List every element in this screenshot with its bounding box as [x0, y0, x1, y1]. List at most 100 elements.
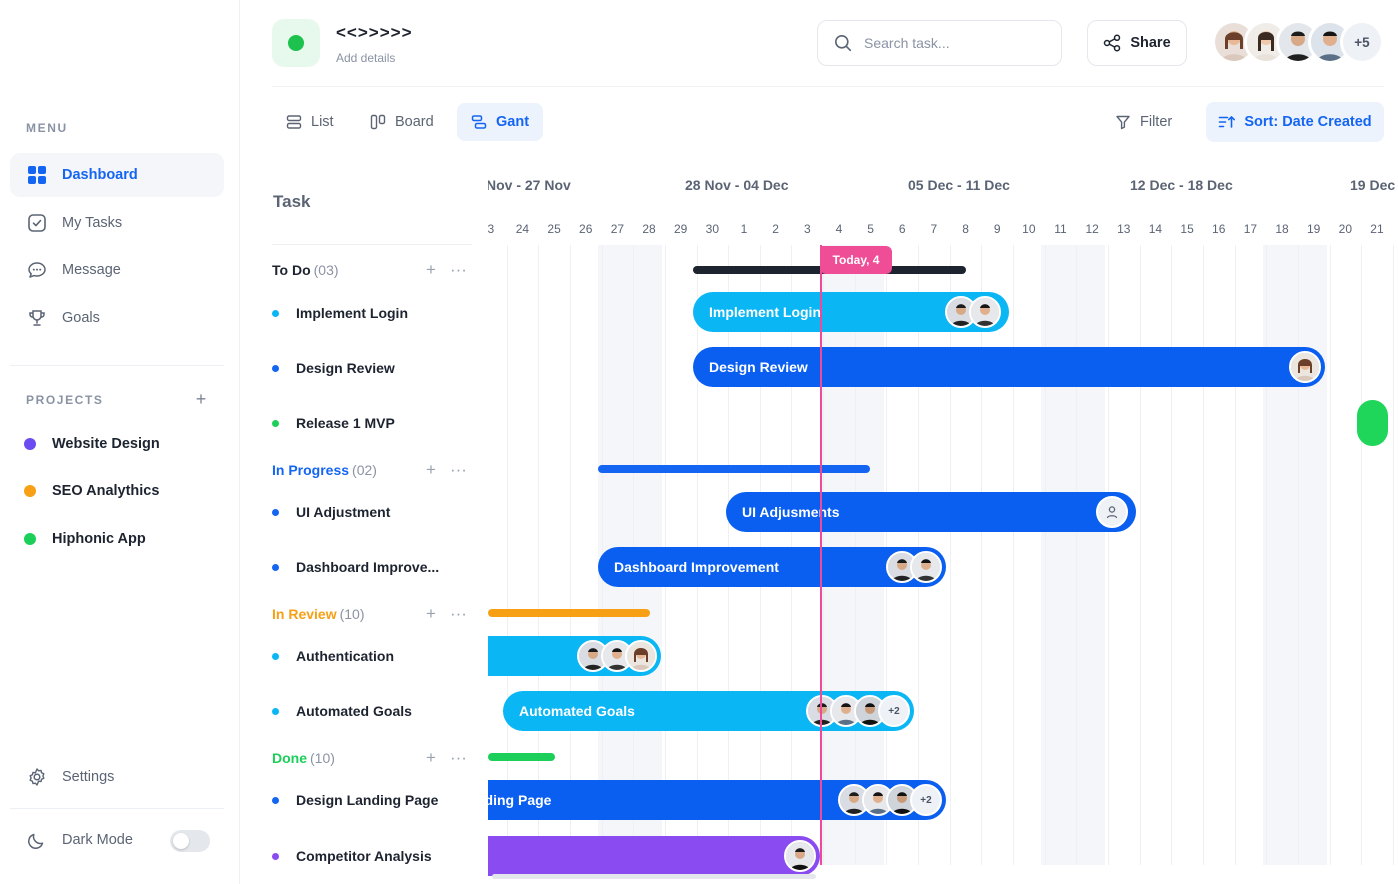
nav-item-goals[interactable]: Goals: [10, 296, 224, 340]
task-label: Automated Goals: [296, 703, 412, 719]
sort-button[interactable]: Sort: Date Created: [1206, 102, 1384, 142]
release-milestone-marker[interactable]: [1357, 400, 1388, 446]
task-row[interactable]: Implement Login: [272, 305, 408, 321]
day-gridline: [569, 245, 571, 865]
group-bar-in-progress[interactable]: [598, 465, 870, 473]
day-label: 4: [835, 222, 843, 236]
trophy-icon: [26, 307, 48, 329]
project-seo-analythics[interactable]: SEO Analythics: [24, 483, 159, 499]
day-gridline: [1139, 245, 1141, 865]
more-options-icon[interactable]: ···: [450, 460, 467, 480]
toggle-knob: [173, 833, 189, 849]
task-row[interactable]: Dashboard Improve...: [272, 559, 439, 575]
task-row[interactable]: Release 1 MVP: [272, 415, 395, 431]
share-button[interactable]: Share: [1087, 20, 1187, 66]
nav-item-my-tasks[interactable]: My Tasks: [10, 201, 224, 245]
bar-label: Dashboard Improvement: [614, 559, 779, 575]
group-bar-done[interactable]: [488, 753, 555, 761]
group-bar-in-review[interactable]: [488, 609, 650, 617]
nav-item-settings[interactable]: Settings: [10, 755, 224, 799]
gantt-bar-design-review[interactable]: Design Review: [693, 347, 1325, 387]
group-label: In Progress: [272, 462, 350, 478]
task-row[interactable]: Design Review: [272, 360, 395, 376]
group-label: Done: [272, 750, 307, 766]
sidebar: MENU Dashboard My Tasks Message Goals PR…: [0, 0, 240, 884]
day-label: 1: [740, 222, 748, 236]
day-label: 18: [1275, 222, 1289, 236]
add-project-button[interactable]: +: [192, 390, 210, 408]
gantt-bar-competitor-analysis[interactable]: [488, 836, 820, 876]
task-row[interactable]: Competitor Analysis: [272, 848, 432, 864]
header-divider: [272, 86, 1384, 87]
filter-button[interactable]: Filter: [1115, 103, 1172, 141]
tab-board[interactable]: Board: [356, 103, 448, 141]
nav-item-message[interactable]: Message: [10, 248, 224, 292]
week-label: 19 Dec: [1350, 177, 1396, 193]
gantt-bar-ui-adjustment[interactable]: UI Adjusments: [726, 492, 1136, 532]
day-gridline: [1171, 245, 1173, 865]
day-gridline: [1107, 245, 1109, 865]
member-avatars[interactable]: +5: [1212, 20, 1384, 66]
group-header-in-progress[interactable]: In Progress (02): [272, 462, 377, 478]
group-header-to-do[interactable]: To Do (03): [272, 262, 339, 278]
task-row[interactable]: Authentication: [272, 648, 394, 664]
week-label: 05 Dec - 11 Dec: [908, 177, 1010, 193]
day-gridline: [1266, 245, 1268, 865]
task-bullet: [272, 852, 279, 860]
day-label: 14: [1148, 222, 1163, 236]
add-details-link[interactable]: Add details: [336, 51, 395, 65]
task-row[interactable]: UI Adjustment: [272, 504, 390, 520]
add-task-button[interactable]: +: [426, 748, 436, 768]
tab-list[interactable]: List: [272, 103, 348, 141]
gantt-bar-design-landing-page[interactable]: nding Page +2: [488, 780, 946, 820]
bar-avatars: [886, 551, 942, 583]
day-gridline: [506, 245, 508, 865]
group-header-in-review[interactable]: In Review (10): [272, 606, 365, 622]
project-hiphonic-app[interactable]: Hiphonic App: [24, 531, 146, 547]
day-gridline: [1329, 245, 1331, 865]
day-label: 11: [1054, 222, 1067, 236]
task-header-divider: [272, 244, 472, 245]
task-row[interactable]: Automated Goals: [272, 703, 412, 719]
add-task-button[interactable]: +: [426, 460, 436, 480]
gantt-bar-implement-login[interactable]: Implement Login: [693, 292, 1009, 332]
list-icon: [286, 114, 311, 130]
filter-icon: [1115, 114, 1140, 130]
tab-gant[interactable]: Gant: [457, 103, 544, 141]
nav-label: My Tasks: [62, 215, 123, 231]
task-bullet: [272, 796, 279, 804]
dark-mode-toggle[interactable]: [170, 830, 210, 852]
day-gridline: [1297, 245, 1299, 865]
group-header-done[interactable]: Done (10): [272, 750, 335, 766]
weekend-shade: [1263, 245, 1327, 865]
gantt-timeline[interactable]: Nov - 27 Nov 28 Nov - 04 Dec 05 Dec - 11…: [488, 160, 1398, 884]
more-options-icon[interactable]: ···: [450, 748, 467, 768]
group-count: (10): [310, 750, 335, 766]
add-task-button[interactable]: +: [426, 604, 436, 624]
nav-item-dashboard[interactable]: Dashboard: [10, 153, 224, 197]
search-box[interactable]: [817, 20, 1062, 66]
group-label: To Do: [272, 262, 311, 278]
more-options-icon[interactable]: ···: [450, 260, 467, 280]
project-website-design[interactable]: Website Design: [24, 436, 160, 452]
horizontal-scrollbar[interactable]: [492, 874, 816, 879]
search-input[interactable]: [864, 35, 1044, 51]
nav-label: Dashboard: [62, 167, 138, 183]
avatar: [969, 296, 1001, 328]
week-label: 12 Dec - 18 Dec: [1130, 177, 1233, 193]
add-task-button[interactable]: +: [426, 260, 436, 280]
gantt-bar-authentication[interactable]: [488, 636, 661, 676]
gantt-bar-automated-goals[interactable]: Automated Goals +2: [503, 691, 914, 731]
more-options-icon[interactable]: ···: [450, 604, 467, 624]
more-members-badge[interactable]: +5: [1340, 20, 1384, 64]
day-label: 7: [930, 222, 938, 236]
bar-label: Design Review: [709, 359, 808, 375]
moon-icon: [26, 829, 48, 851]
task-row[interactable]: Design Landing Page: [272, 792, 438, 808]
day-label: 25: [547, 222, 561, 236]
group-actions: + ···: [426, 460, 467, 480]
page-title[interactable]: <<>>>>>: [336, 23, 413, 43]
project-status-badge: [272, 19, 320, 67]
day-gridline: [1234, 245, 1236, 865]
gantt-bar-dashboard-improvement[interactable]: Dashboard Improvement: [598, 547, 946, 587]
